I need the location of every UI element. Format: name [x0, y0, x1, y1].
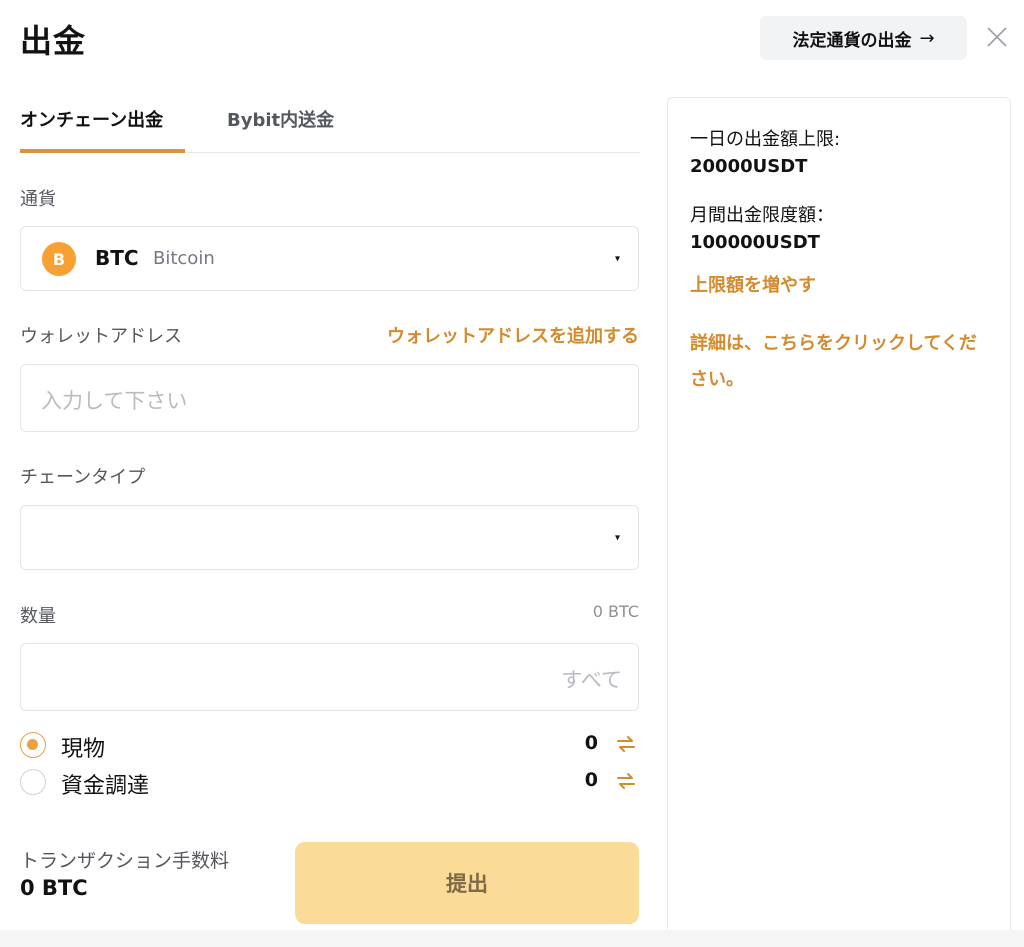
bitcoin-icon: B: [42, 242, 76, 276]
caret-down-icon: ▾: [614, 532, 620, 543]
wallet-address-label: ウォレットアドレス: [20, 326, 182, 347]
account-option-funding[interactable]: 資金調達 0: [20, 768, 639, 799]
close-icon[interactable]: [984, 24, 1010, 50]
transaction-fee-value: 0 BTC: [20, 876, 88, 900]
arrow-right-icon: →: [919, 27, 935, 49]
chain-type-select[interactable]: ▾: [20, 505, 639, 570]
details-link[interactable]: 詳細は、こちらをクリックしてください。: [690, 326, 990, 398]
swap-icon[interactable]: [615, 770, 637, 792]
active-tab-indicator: [20, 149, 185, 153]
caret-down-icon: ▾: [614, 253, 620, 264]
monthly-limit-value: 100000USDT: [690, 232, 820, 253]
spot-balance: 0: [584, 732, 598, 754]
monthly-limit-label: 月間出金限度額：: [690, 205, 834, 226]
limits-panel: 一日の出金額上限: 20000USDT 月間出金限度額： 100000USDT …: [667, 97, 1011, 937]
amount-label: 数量: [20, 606, 56, 627]
daily-limit-value: 20000USDT: [690, 156, 808, 177]
page-title: 出金: [20, 22, 87, 60]
account-option-spot[interactable]: 現物 0: [20, 731, 639, 762]
currency-select[interactable]: B BTC Bitcoin ▾: [20, 226, 639, 291]
spot-radio[interactable]: [20, 732, 46, 758]
wallet-address-input[interactable]: 入力して下さい: [20, 364, 639, 432]
add-wallet-address-link[interactable]: ウォレットアドレスを追加する: [387, 322, 639, 348]
currency-label: 通貨: [20, 189, 56, 210]
currency-name: Bitcoin: [153, 248, 215, 269]
tab-internal-transfer[interactable]: Bybit内送金: [227, 106, 334, 132]
withdraw-tabs: オンチェーン出金 Bybit内送金: [20, 106, 640, 153]
amount-input[interactable]: すべて: [20, 643, 639, 711]
fiat-withdraw-button[interactable]: 法定通貨の出金 →: [760, 16, 967, 60]
bottom-edge: [0, 930, 1024, 947]
submit-button[interactable]: 提出: [295, 842, 639, 924]
swap-icon[interactable]: [615, 733, 637, 755]
daily-limit-label: 一日の出金額上限:: [690, 129, 841, 150]
amount-available: 0 BTC: [592, 602, 639, 621]
spot-label: 現物: [61, 737, 106, 762]
max-all-button[interactable]: すべて: [561, 664, 622, 694]
increase-limit-link[interactable]: 上限額を増やす: [690, 268, 990, 304]
funding-label: 資金調達: [61, 774, 150, 799]
fiat-withdraw-label: 法定通貨の出金: [792, 30, 912, 51]
bitcoin-glyph: B: [53, 250, 65, 269]
currency-symbol: BTC: [95, 246, 139, 270]
transaction-fee-label: トランザクション手数料: [20, 850, 230, 872]
chain-type-label: チェーンタイプ: [20, 467, 146, 488]
funding-balance: 0: [584, 769, 598, 791]
wallet-address-placeholder: 入力して下さい: [41, 389, 188, 413]
tab-onchain-withdraw[interactable]: オンチェーン出金: [20, 106, 163, 132]
funding-radio[interactable]: [20, 769, 46, 795]
